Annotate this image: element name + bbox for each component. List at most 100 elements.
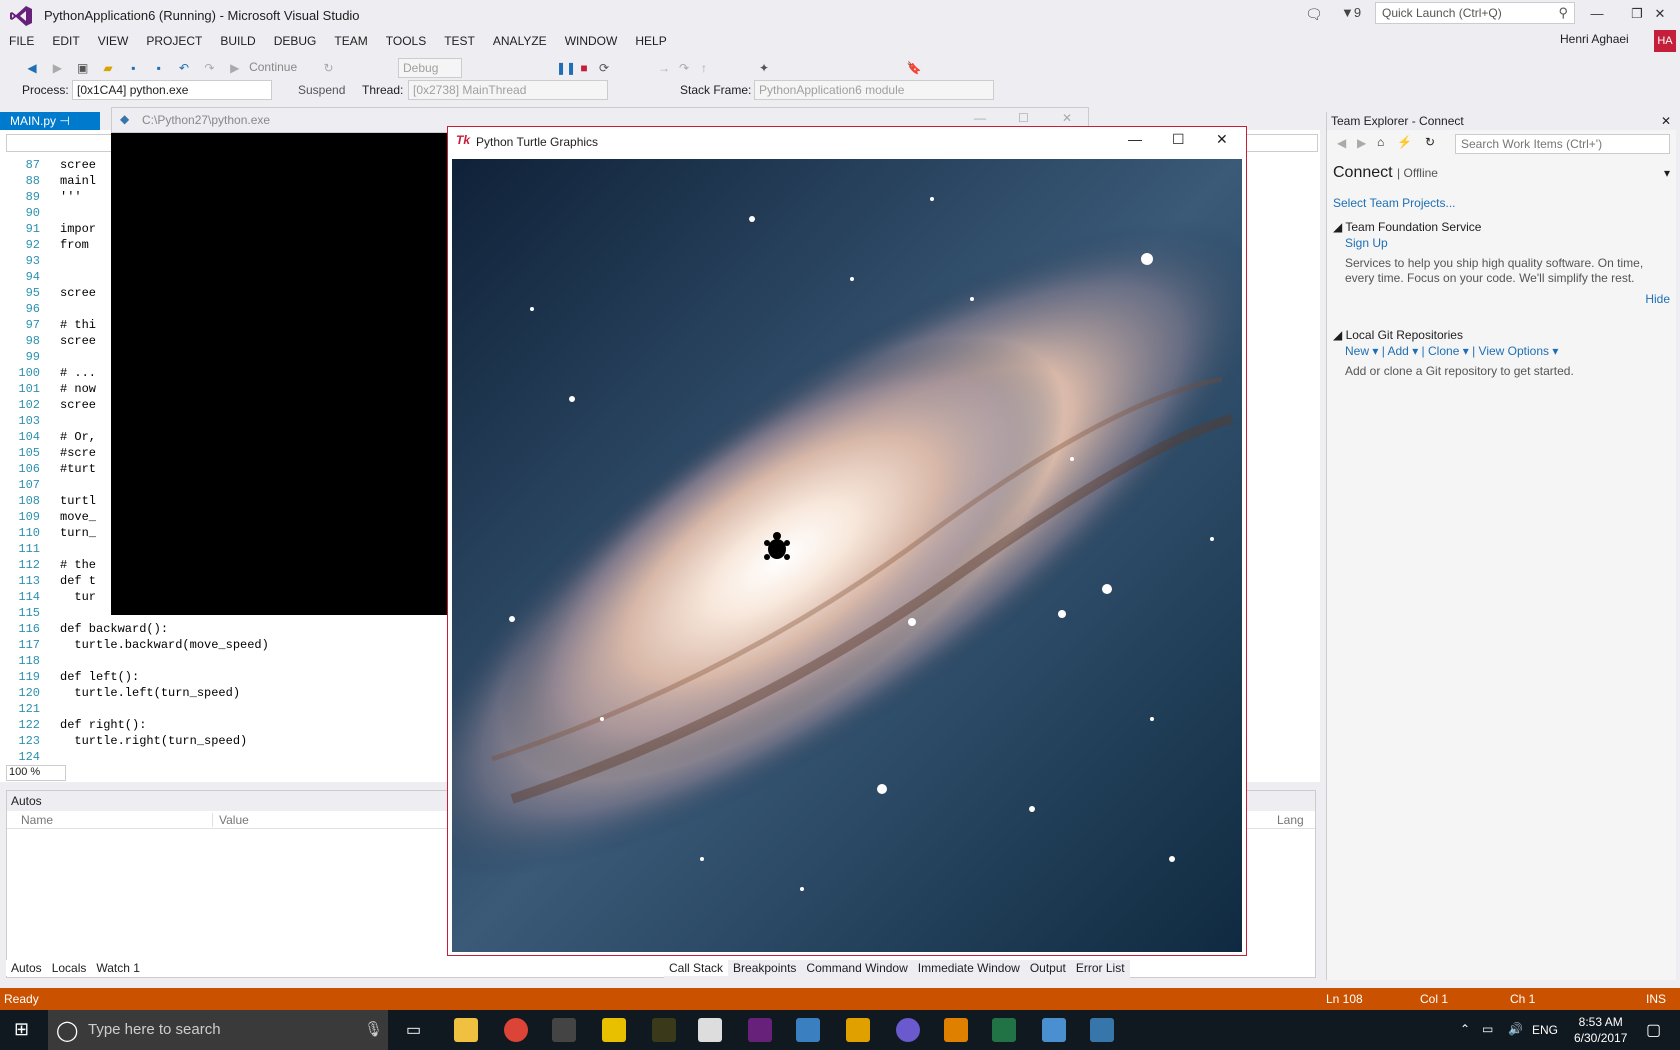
column-name[interactable]: Name [21,813,53,827]
excel-icon[interactable] [992,1018,1016,1042]
chrome-icon[interactable] [504,1018,528,1042]
sign-up-link[interactable]: Sign Up [1345,236,1388,250]
menu-analyze[interactable]: ANALYZE [484,32,556,50]
tab-call-stack[interactable]: Call Stack [664,960,729,976]
file-explorer-icon[interactable] [454,1018,478,1042]
tab-watch-1[interactable]: Watch 1 [91,960,145,976]
tab-main-py[interactable]: MAIN.py ⊣ [0,112,100,130]
undo-icon[interactable]: ↶ [176,60,192,76]
turtle-canvas[interactable] [452,159,1242,952]
step-into-icon[interactable]: → [656,60,672,76]
close-button[interactable]: ✕ [1216,131,1228,148]
stop-debugging-icon[interactable]: ■ [576,60,592,76]
windows-start-icon[interactable]: ⊞ [14,1019,29,1040]
save-icon[interactable]: ▪ [125,60,141,76]
task-view-icon[interactable]: ▭ [406,1020,421,1040]
work-items-search-input[interactable]: Search Work Items (Ctrl+') [1455,134,1670,154]
git-add-button[interactable]: Add [1388,344,1409,358]
minimize-button[interactable]: — [1128,131,1142,147]
refresh-icon[interactable]: ↻ [1425,135,1435,149]
app-icon[interactable] [896,1018,920,1042]
new-project-icon[interactable]: ▣ [75,60,91,76]
step-out-icon[interactable]: ↑ [696,60,712,76]
forward-icon[interactable]: ▶ [49,60,65,76]
tray-chevron-icon[interactable]: ⌃ [1460,1022,1470,1036]
process-dropdown[interactable]: [0x1CA4] python.exe [72,80,272,100]
chevron-down-icon[interactable]: ▾ [1664,166,1670,180]
menu-edit[interactable]: EDIT [43,32,88,50]
menu-team[interactable]: TEAM [325,32,376,50]
menu-project[interactable]: PROJECT [137,32,211,50]
close-icon[interactable]: ✕ [1661,114,1671,128]
menu-view[interactable]: VIEW [89,32,138,50]
menu-debug[interactable]: DEBUG [265,32,326,50]
step-over-icon[interactable]: ↷ [676,60,692,76]
maximize-button[interactable]: ☐ [1172,131,1185,148]
notification-icon[interactable]: 🗨 [1305,6,1323,23]
quick-launch-input[interactable]: Quick Launch (Ctrl+Q) ⚲ [1375,2,1575,24]
typora-icon[interactable] [602,1018,626,1042]
3d-box-icon[interactable] [796,1018,820,1042]
outlook-icon[interactable] [944,1018,968,1042]
clock[interactable]: 8:53 AM 6/30/2017 [1574,1014,1627,1046]
close-button[interactable]: ✕ [1640,2,1680,26]
solution-configuration-dropdown[interactable]: Debug [398,58,462,78]
select-team-projects-link[interactable]: Select Team Projects... [1333,196,1456,210]
user-name[interactable]: Henri Aghaei [1560,32,1629,46]
menu-help[interactable]: HELP [626,32,675,50]
tab-autos[interactable]: Autos [6,960,47,976]
network-icon[interactable]: ▭ [1482,1022,1493,1036]
menu-file[interactable]: FILE [0,32,43,50]
git-section-header[interactable]: ◢ Local Git Repositories [1333,328,1463,342]
tab-output[interactable]: Output [1025,960,1071,976]
action-center-icon[interactable]: ▢ [1646,1020,1661,1040]
menu-test[interactable]: TEST [435,32,484,50]
tab-breakpoints[interactable]: Breakpoints [728,960,801,976]
suspend-button[interactable]: Suspend [298,83,345,97]
window-icon[interactable] [1042,1018,1066,1042]
diagnostics-icon[interactable]: ✦ [756,60,772,76]
tab-command-window[interactable]: Command Window [801,960,912,976]
store-icon[interactable] [846,1018,870,1042]
minimize-button[interactable]: — [1577,2,1617,26]
forward-icon[interactable]: ▶ [1357,136,1366,150]
bookmark-icon[interactable]: 🔖 [906,60,922,76]
open-file-icon[interactable]: ▰ [100,60,116,76]
python-taskbar-icon[interactable] [1090,1018,1114,1042]
hide-link[interactable]: Hide [1645,292,1670,306]
menu-build[interactable]: BUILD [211,32,264,50]
continue-icon[interactable]: ▶ [227,60,243,76]
git-new-button[interactable]: New [1345,344,1369,358]
redo-icon[interactable]: ↷ [201,60,217,76]
tab-locals[interactable]: Locals [47,960,92,976]
connect-icon[interactable]: ⚡ [1397,135,1412,149]
tab-error-list[interactable]: Error List [1071,960,1130,976]
close-button[interactable]: ✕ [1062,111,1072,125]
column-value[interactable]: Value [212,813,249,827]
volume-icon[interactable]: 🔊 [1508,1022,1523,1036]
spu-icon[interactable] [652,1018,676,1042]
microphone-icon[interactable]: 🎙 [364,1020,383,1038]
feedback-filter-icon[interactable]: ▼9 [1341,5,1361,20]
git-clone-button[interactable]: Clone [1428,344,1459,358]
save-all-icon[interactable]: ▪ [151,60,167,76]
taskbar-search-input[interactable]: ◯ Type here to search 🎙 [48,1010,388,1050]
stack-frame-dropdown[interactable]: PythonApplication6 module [754,80,994,100]
maximize-button[interactable]: ☐ [1018,111,1029,125]
menu-tools[interactable]: TOOLS [377,32,435,50]
zoom-dropdown[interactable]: 100 % [6,765,66,781]
tools-icon[interactable] [552,1018,576,1042]
tab-immediate-window[interactable]: Immediate Window [913,960,1025,976]
document-icon[interactable] [698,1018,722,1042]
back-icon[interactable]: ◀ [24,60,40,76]
language-indicator[interactable]: ENG [1532,1023,1558,1037]
menu-window[interactable]: WINDOW [556,32,627,50]
column-lang[interactable]: Lang [1277,813,1304,827]
avatar[interactable]: HA [1654,30,1676,52]
minimize-button[interactable]: — [974,111,986,125]
continue-button[interactable]: Continue [249,60,297,74]
break-all-icon[interactable]: ❚❚ [556,60,576,76]
restart-icon[interactable]: ⟳ [596,60,612,76]
back-icon[interactable]: ◀ [1337,136,1346,150]
home-icon[interactable]: ⌂ [1377,135,1384,149]
